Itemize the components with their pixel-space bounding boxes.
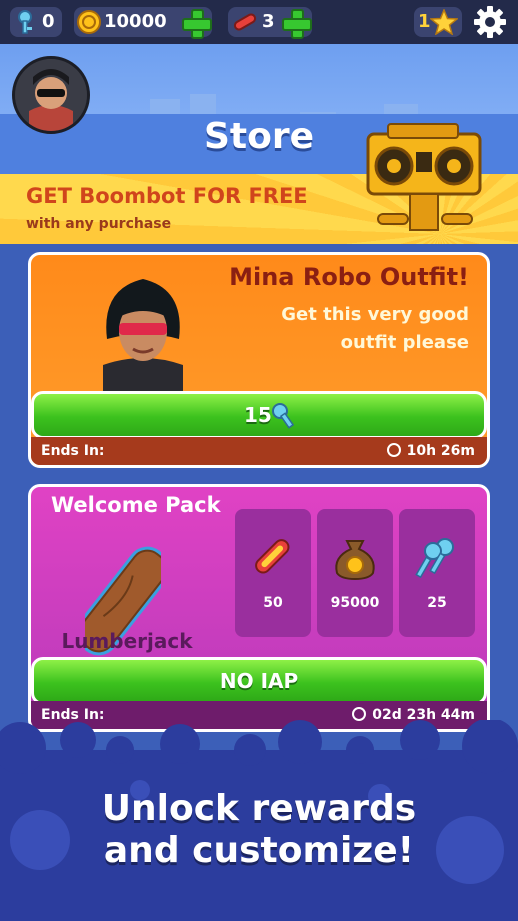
pack-item-value: 50	[263, 595, 283, 611]
pack-item-value: 25	[427, 595, 447, 611]
add-boards-button[interactable]	[282, 9, 312, 39]
offer-subtitle-line1: Get this very good	[281, 304, 469, 325]
keys-counter: 0	[10, 7, 62, 37]
stars-counter: 1	[414, 7, 462, 37]
offer-card[interactable]: Mina Robo Outfit! Get this very good out…	[28, 252, 490, 468]
claim-pack-label: NO IAP	[219, 669, 299, 693]
hoverboard-icon	[255, 539, 290, 574]
boards-counter: 3	[228, 7, 312, 39]
promo-subtitle: with any purchase	[26, 216, 172, 232]
tagline-line1: Unlock rewards	[101, 788, 417, 829]
offer-countdown: 10h 26m	[386, 443, 475, 459]
promo-title: GET Boombot FOR FREE	[26, 184, 308, 208]
keys-count: 0	[42, 11, 55, 32]
keys-icon	[415, 538, 454, 579]
ends-in-label: Ends In:	[41, 443, 105, 459]
claim-pack-button[interactable]: NO IAP	[31, 657, 487, 705]
settings-gear-icon[interactable]	[472, 4, 508, 40]
pack-item-coins: 95000	[317, 509, 393, 637]
boards-count: 3	[262, 11, 275, 32]
store-header: Store GET Boombot FOR FREE with any purc…	[0, 44, 518, 244]
star-icon	[430, 9, 458, 35]
hoverboard-icon	[233, 13, 257, 31]
boombot-robot-image	[366, 123, 482, 231]
player-avatar[interactable]	[12, 56, 90, 134]
coin-icon	[77, 10, 101, 34]
promo-tagline: Unlock rewards and customize!	[0, 788, 518, 872]
offer-subtitle: Get this very good outfit please	[281, 301, 469, 357]
pack-item-keys: 25	[399, 509, 475, 637]
coin-bag-icon	[335, 540, 375, 581]
offer-subtitle-line2: outfit please	[340, 332, 469, 353]
coins-count: 10000	[104, 11, 167, 32]
offer-title: Mina Robo Outfit!	[229, 263, 469, 291]
pack-title: Welcome Pack	[51, 493, 221, 517]
key-icon	[272, 403, 295, 429]
pack-item-value: 95000	[330, 595, 380, 611]
price-label: 15	[244, 403, 272, 427]
tagline-line2: and customize!	[103, 830, 415, 871]
mina-character-image	[103, 279, 183, 393]
character-portrait-icon	[15, 59, 87, 131]
buy-outfit-button[interactable]: 15	[31, 391, 487, 439]
offer-ends-time: 10h 26m	[406, 443, 475, 459]
board-name: Lumberjack	[61, 629, 193, 653]
offer-timer-bar: Ends In: 10h 26m	[31, 437, 487, 465]
stars-count: 1	[418, 11, 431, 32]
currency-bar: 0 10000 3 1	[0, 0, 518, 44]
welcome-pack-card[interactable]: Welcome Pack Lumberjack 50 95000 25 NO I…	[28, 484, 490, 732]
pack-item-hoverboard: 50	[235, 509, 311, 637]
add-coins-button[interactable]	[182, 9, 212, 39]
stopwatch-icon	[352, 707, 367, 721]
coins-counter: 10000	[74, 7, 212, 39]
stopwatch-icon	[386, 443, 401, 457]
key-icon	[18, 10, 32, 34]
